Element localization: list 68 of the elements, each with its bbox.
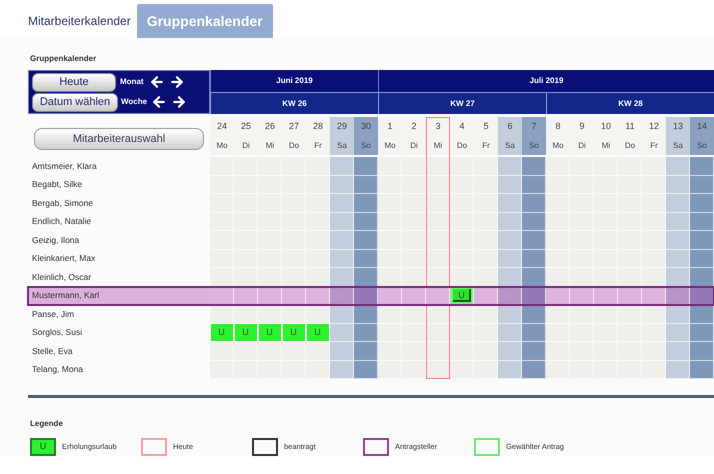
section-heading: Gruppenkalender — [29, 53, 96, 65]
day-number: 4 — [458, 120, 466, 133]
weekday-label: So — [528, 140, 540, 152]
day-number: 28 — [312, 120, 324, 133]
employee-name: Stelle, Eva — [31, 344, 74, 358]
employee-name: Endlich, Natalie — [31, 215, 92, 228]
employee-name: Telang, Mona — [31, 363, 84, 376]
day-number: 2 — [410, 120, 418, 133]
weekday-label: So — [360, 140, 372, 152]
day-number: 13 — [672, 120, 684, 133]
weekday-label: So — [696, 140, 708, 152]
weekday-label: Do — [624, 140, 636, 152]
weekday-label: Do — [288, 140, 300, 152]
weekday-label: Sa — [672, 140, 684, 152]
weekday-label: Di — [577, 140, 587, 152]
month-header: Juni 2019 — [210, 70, 378, 92]
weekday-label: Di — [409, 140, 419, 152]
day-number: 10 — [600, 120, 612, 133]
weekday-label: Fr — [649, 140, 659, 152]
weekday-label: Sa — [336, 140, 348, 152]
employee-name: Sorglos, Susi — [31, 326, 84, 340]
employee-name: Panse, Jim — [31, 308, 76, 321]
day-number: 6 — [506, 120, 514, 133]
month-header: Juli 2019 — [378, 70, 714, 92]
day-number: 11 — [624, 120, 636, 133]
weekday-label: Fr — [313, 140, 323, 152]
weekday-label: Sa — [504, 140, 516, 152]
weekday-label: Mi — [264, 140, 276, 152]
weekday-label: Mo — [551, 140, 565, 152]
employee-name: Amtsmeier, Klara — [31, 160, 98, 173]
day-number: 12 — [648, 120, 660, 133]
day-number: 29 — [336, 120, 348, 133]
legend-swatch: U — [30, 438, 56, 456]
day-number: 5 — [482, 120, 490, 133]
week-label: Woche — [121, 96, 148, 108]
day-number: 14 — [696, 120, 708, 133]
day-number: 27 — [288, 120, 300, 133]
day-number: 7 — [530, 120, 538, 133]
day-number: 25 — [240, 120, 252, 133]
weekday-label: Fr — [481, 140, 491, 152]
employee-name: Kleinkariert, Max — [31, 252, 96, 266]
weekday-label: Mi — [600, 140, 612, 152]
legend-title: Legende — [29, 418, 63, 430]
weekday-label: Di — [241, 140, 251, 152]
day-number: 8 — [554, 120, 562, 133]
day-number: 24 — [216, 120, 228, 133]
employee-name: Mustermann, Karl — [31, 289, 100, 302]
day-number: 1 — [386, 120, 394, 133]
employee-select-button[interactable]: Mitarbeiterauswahl — [34, 128, 204, 150]
today-button[interactable]: Heute — [32, 72, 116, 92]
week-header: KW 28 — [546, 93, 714, 114]
employee-name: Kleinlich, Oscar — [31, 270, 92, 284]
weekday-label: Mi — [432, 140, 444, 152]
employee-name: Geizig, Ilona — [31, 234, 80, 247]
day-number: 3 — [434, 120, 442, 133]
week-header: KW 26 — [210, 93, 378, 114]
choose-date-button[interactable]: Datum wählen — [32, 92, 118, 112]
day-number: 9 — [578, 120, 586, 133]
weekday-label: Do — [456, 140, 468, 152]
weekday-label: Mo — [383, 140, 397, 152]
employee-name: Begabt, Silke — [31, 178, 84, 192]
weekday-label: Mo — [215, 140, 229, 152]
day-number: 26 — [264, 120, 276, 133]
day-number: 30 — [360, 120, 372, 133]
employee-name: Bergab, Simone — [31, 196, 94, 210]
month-label: Monat — [120, 76, 144, 88]
week-header: KW 27 — [378, 93, 546, 114]
selected-employee-row[interactable]: Mustermann, Karl U — [28, 286, 714, 305]
